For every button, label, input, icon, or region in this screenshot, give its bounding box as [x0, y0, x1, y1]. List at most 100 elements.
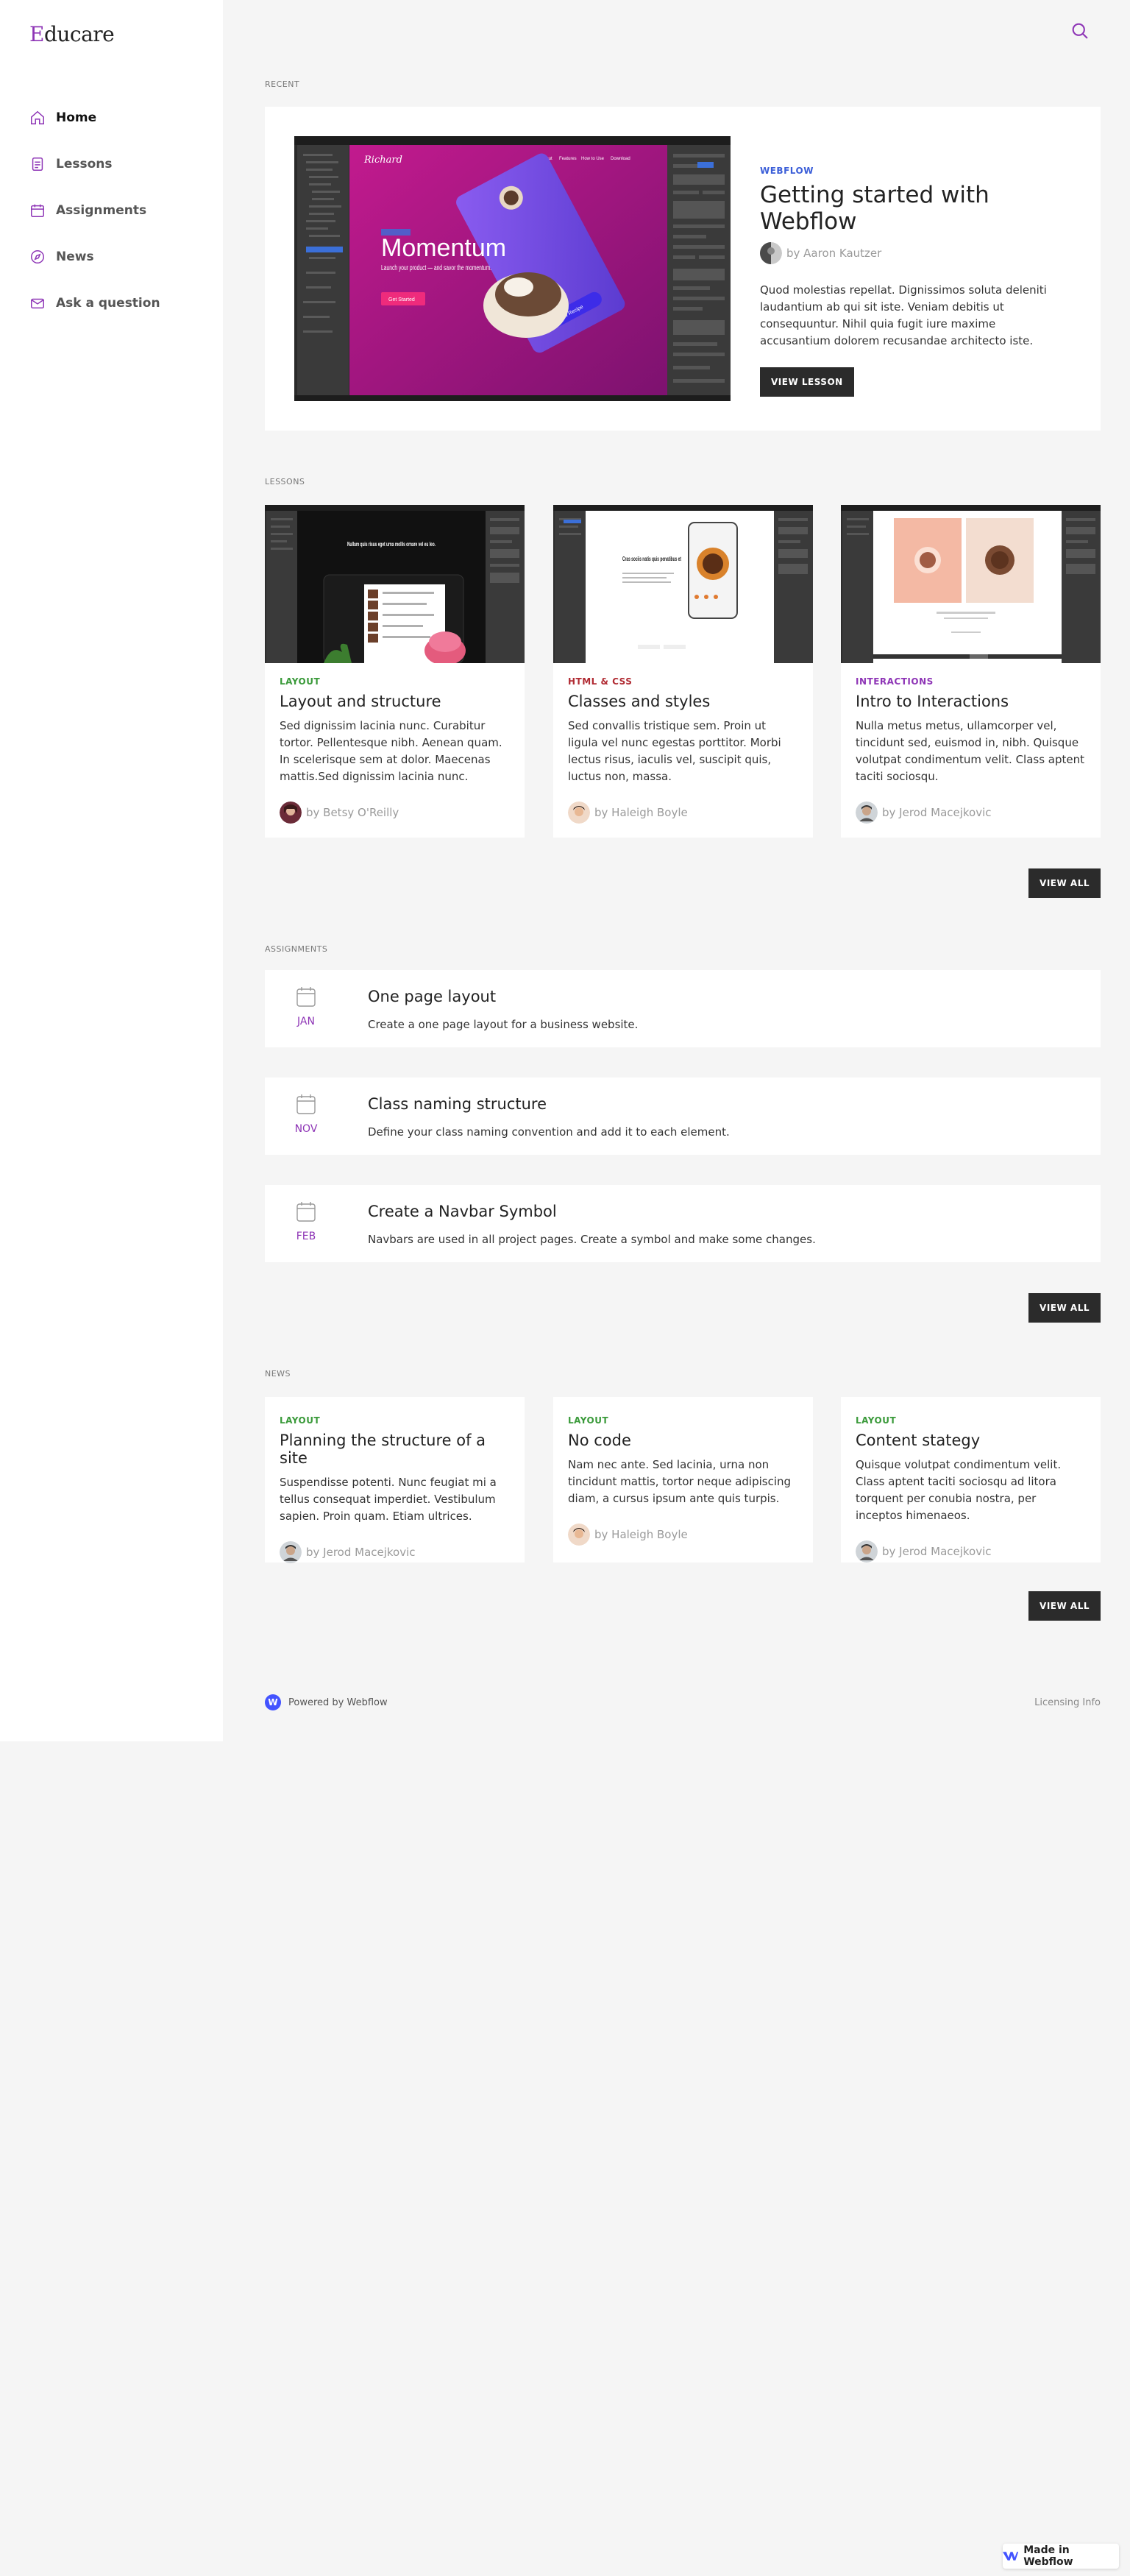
calendar-icon — [29, 202, 46, 219]
sidebar-item-assignments[interactable]: Assignments — [29, 187, 160, 233]
powered-by-text: Powered by Webflow — [288, 1696, 388, 1708]
thumbnail-text: Cras sociis natis quis penatibus et — [622, 555, 681, 562]
assignment-title[interactable]: Create a Navbar Symbol — [368, 1203, 557, 1220]
sidebar-item-label: News — [56, 249, 94, 264]
preview-headline: Momentum — [381, 234, 506, 262]
view-all-lessons-button[interactable]: VIEW ALL — [1028, 868, 1101, 898]
assignment-description: Navbars are used in all project pages. C… — [368, 1233, 816, 1246]
search-button[interactable] — [1070, 21, 1090, 41]
news-card-body: LAYOUT No code Nam nec ante. Sed lacinia… — [568, 1415, 798, 1546]
news-title[interactable]: Content stategy — [856, 1432, 1086, 1449]
calendar-icon — [296, 1202, 316, 1222]
news-title[interactable]: Planning the structure of a site — [280, 1432, 510, 1467]
sidebar-item-lessons[interactable]: Lessons — [29, 141, 160, 187]
category-tag: WEBFLOW — [760, 166, 814, 176]
view-all-news-button[interactable]: VIEW ALL — [1028, 1591, 1101, 1621]
news-card[interactable]: LAYOUT No code Nam nec ante. Sed lacinia… — [553, 1397, 813, 1563]
powered-by-webflow-link[interactable]: W Powered by Webflow — [265, 1694, 388, 1710]
assignment-title[interactable]: Class naming structure — [368, 1095, 547, 1113]
lesson-card[interactable]: Cras sociis natis quis penatibus et HTML… — [553, 505, 813, 838]
licensing-info-link[interactable]: Licensing Info — [1034, 1697, 1101, 1708]
recent-lesson-description: Quod molestias repellat. Dignissimos sol… — [760, 283, 1047, 347]
lesson-card-body: INTERACTIONS Intro to Interactions Nulla… — [856, 676, 1086, 824]
author: by Betsy O'Reilly — [280, 802, 510, 824]
thumbnail-text: Nullam quis risus eget urna mollis ornar… — [347, 540, 436, 548]
lesson-thumbnail[interactable]: Cras sociis natis quis penatibus et — [553, 505, 813, 663]
assignments-section-label: ASSIGNMENTS — [265, 944, 328, 954]
lesson-card[interactable]: INTERACTIONS Intro to Interactions Nulla… — [841, 505, 1101, 838]
preview-nav-item: Download — [611, 157, 630, 161]
lesson-description: Sed dignissim lacinia nunc. Curabitur to… — [280, 719, 502, 783]
sidebar: Educare Home Lessons Assignments News As… — [0, 0, 223, 1741]
author-name: by Betsy O'Reilly — [306, 806, 399, 819]
home-icon — [29, 110, 46, 126]
logo-initial: E — [29, 22, 44, 46]
calendar-icon — [296, 987, 316, 1007]
category-tag: LAYOUT — [280, 1415, 321, 1426]
preview-cta: Get Started — [388, 297, 415, 302]
author: by Jerod Macejkovic — [856, 1540, 1086, 1563]
sidebar-nav: Home Lessons Assignments News Ask a ques… — [29, 94, 160, 326]
sidebar-item-home[interactable]: Home — [29, 94, 160, 141]
recent-lesson-title[interactable]: Getting started with Webflow — [760, 182, 1069, 235]
assignment-title[interactable]: One page layout — [368, 988, 496, 1005]
recent-section-label: RECENT — [265, 79, 300, 89]
lesson-description: Nulla metus metus, ullamcorper vel, tinc… — [856, 719, 1085, 783]
mail-icon — [29, 295, 46, 311]
news-description: Nam nec ante. Sed lacinia, urna non tinc… — [568, 1458, 792, 1505]
lesson-thumbnail[interactable]: Nullam quis risus eget urna mollis ornar… — [265, 505, 525, 663]
lesson-thumbnail[interactable] — [841, 505, 1101, 663]
compass-icon — [29, 249, 46, 265]
lesson-title[interactable]: Intro to Interactions — [856, 693, 1086, 710]
assignment-description: Define your class naming convention and … — [368, 1125, 730, 1139]
lesson-card-body: HTML & CSS Classes and styles Sed conval… — [568, 676, 798, 824]
preview-nav-item: Features — [559, 157, 577, 161]
author-name: by Aaron Kautzer — [786, 247, 882, 260]
assignment-description: Create a one page layout for a business … — [368, 1018, 639, 1031]
document-icon — [29, 156, 46, 172]
sidebar-item-ask[interactable]: Ask a question — [29, 280, 160, 326]
assignment-card[interactable]: FEB Create a Navbar Symbol Navbars are u… — [265, 1185, 1101, 1262]
author: by Haleigh Boyle — [568, 1524, 798, 1546]
news-card-body: LAYOUT Planning the structure of a site … — [280, 1415, 510, 1563]
avatar — [856, 1540, 878, 1563]
preview-nav-item: How to Use — [581, 157, 605, 161]
avatar — [760, 242, 782, 264]
view-lesson-button[interactable]: VIEW LESSON — [760, 367, 854, 397]
calendar-icon — [296, 1094, 316, 1114]
assignment-month: JAN — [297, 1016, 315, 1027]
avatar — [280, 802, 302, 824]
sidebar-item-label: Lessons — [56, 156, 113, 171]
lesson-card[interactable]: Nullam quis risus eget urna mollis ornar… — [265, 505, 525, 838]
category-tag: LAYOUT — [568, 1415, 609, 1426]
assignment-card[interactable]: JAN One page layout Create a one page la… — [265, 970, 1101, 1047]
lesson-title[interactable]: Classes and styles — [568, 693, 798, 710]
badge-label: Made in Webflow — [1023, 2544, 1073, 2568]
made-in-webflow-badge[interactable]: Made in Webflow — [1003, 2544, 1119, 2569]
author-name: by Haleigh Boyle — [594, 1528, 688, 1541]
search-icon — [1072, 23, 1088, 39]
author: by Jerod Macejkovic — [856, 802, 1086, 824]
lesson-title[interactable]: Layout and structure — [280, 693, 510, 710]
avatar — [280, 1541, 302, 1563]
recent-lesson-image[interactable]: Richard About Features How to Use Downlo… — [294, 136, 731, 401]
news-description: Suspendisse potenti. Nunc feugiat mi a t… — [280, 1476, 497, 1523]
category-tag: HTML & CSS — [568, 676, 633, 687]
news-card-body: LAYOUT Content stategy Quisque volutpat … — [856, 1415, 1086, 1563]
news-section-label: NEWS — [265, 1369, 291, 1379]
sidebar-item-news[interactable]: News — [29, 233, 160, 280]
recent-lesson-card[interactable]: Richard About Features How to Use Downlo… — [265, 107, 1101, 431]
author-name: by Jerod Macejkovic — [306, 1546, 416, 1559]
news-title[interactable]: No code — [568, 1432, 798, 1449]
logo-text: ducare — [43, 22, 115, 46]
avatar — [856, 802, 878, 824]
news-card[interactable]: LAYOUT Planning the structure of a site … — [265, 1397, 525, 1563]
view-all-assignments-button[interactable]: VIEW ALL — [1028, 1293, 1101, 1323]
lesson-description: Sed convallis tristique sem. Proin ut li… — [568, 719, 781, 783]
news-card[interactable]: LAYOUT Content stategy Quisque volutpat … — [841, 1397, 1101, 1563]
logo[interactable]: Educare — [29, 22, 115, 46]
news-description: Quisque volutpat condimentum velit. Clas… — [856, 1458, 1062, 1522]
assignment-card[interactable]: NOV Class naming structure Define your c… — [265, 1078, 1101, 1155]
assignment-month: NOV — [294, 1123, 318, 1135]
lessons-section-label: LESSONS — [265, 477, 305, 486]
